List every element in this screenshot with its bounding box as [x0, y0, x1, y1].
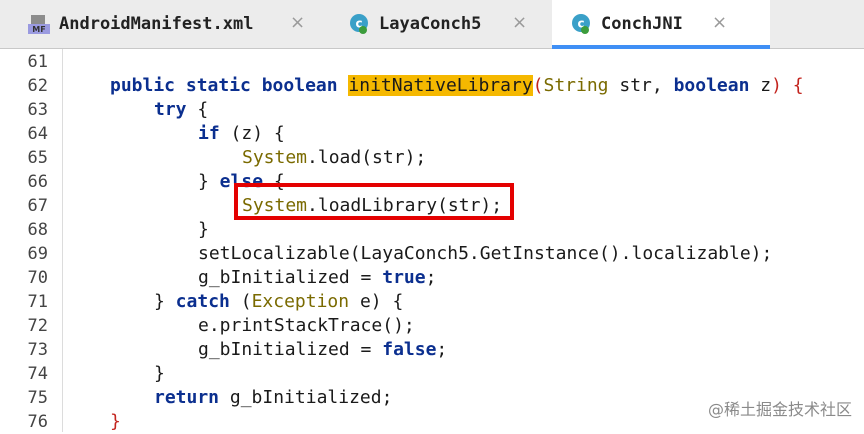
line-number: 67 [27, 196, 48, 216]
code-text: g_bInitialized = [198, 339, 383, 360]
line-number: 76 [27, 412, 48, 432]
line-number: 66 [27, 172, 48, 192]
param: z [749, 75, 772, 96]
line-number: 62 [27, 76, 48, 96]
line-number: 70 [27, 268, 48, 288]
tab-conchjni[interactable]: c ConchJNI × [552, 0, 770, 49]
code-line-63[interactable]: try { [154, 98, 208, 122]
code-text: g_bInitialized = [198, 267, 383, 288]
code-text: { [186, 99, 209, 120]
class-name: Exception [251, 291, 350, 312]
keyword: if [198, 123, 220, 144]
close-icon[interactable]: × [290, 12, 305, 33]
manifest-icon-text: MF [32, 25, 45, 34]
code-text: } [154, 291, 165, 312]
code-line-64[interactable]: if (z) { [198, 122, 285, 146]
manifest-file-icon: MF [28, 13, 50, 35]
tab-label: LayaConch5 [379, 14, 482, 34]
code-text: ; [425, 267, 437, 288]
line-number: 63 [27, 100, 48, 120]
line-number: 65 [27, 148, 48, 168]
keyword: true [382, 267, 426, 288]
class-name: System [242, 147, 308, 168]
line-number-gutter: 61 62 63 64 65 66 67 68 69 70 71 72 73 7… [0, 49, 62, 432]
editor-tab-bar: MF AndroidManifest.xml × c LayaConch5 × … [0, 0, 864, 49]
code-line-65[interactable]: System.load(str); [242, 146, 426, 170]
keyword: boolean [673, 75, 750, 96]
highlighted-method-name[interactable]: initNativeLibrary [348, 75, 533, 96]
line-number: 74 [27, 364, 48, 384]
keyword: return [154, 387, 220, 408]
close-icon[interactable]: × [712, 12, 727, 33]
code-editor[interactable]: 61 62 63 64 65 66 67 68 69 70 71 72 73 7… [0, 49, 864, 432]
watermark: @稀土掘金技术社区 [707, 400, 852, 419]
code-text: ( [229, 291, 252, 312]
java-class-icon: c [348, 13, 370, 35]
highlight-box [234, 183, 514, 220]
line-number: 71 [27, 292, 48, 312]
line-number: 61 [27, 52, 48, 72]
keyword: catch [164, 291, 230, 312]
code-line-76[interactable]: } [110, 410, 121, 434]
code-line-70[interactable]: g_bInitialized = true; [198, 266, 436, 290]
line-number: 73 [27, 340, 48, 360]
type-name: String [543, 75, 609, 96]
code-line-72[interactable]: e.printStackTrace(); [198, 314, 415, 338]
keyword: public static boolean [110, 75, 349, 96]
code-line-69[interactable]: setLocalizable(LayaConch5.GetInstance().… [198, 242, 772, 266]
code-line-71[interactable]: } catch (Exception e) { [154, 290, 403, 314]
tab-layaconch5[interactable]: c LayaConch5 × [348, 0, 538, 48]
paren: ( [532, 75, 544, 96]
param: str, [608, 75, 674, 96]
gutter-divider [62, 49, 63, 432]
code-line-73[interactable]: g_bInitialized = false; [198, 338, 447, 362]
line-number: 75 [27, 388, 48, 408]
code-line-68[interactable]: } [198, 218, 209, 242]
line-number: 69 [27, 244, 48, 264]
tab-label: ConchJNI [601, 14, 683, 34]
line-number: 72 [27, 316, 48, 336]
line-number: 64 [27, 124, 48, 144]
code-line-75[interactable]: return g_bInitialized; [154, 386, 392, 410]
code-text: .load(str); [307, 147, 427, 168]
paren: ) [771, 75, 782, 96]
java-class-icon: c [570, 13, 592, 35]
tab-label: AndroidManifest.xml [59, 14, 254, 34]
keyword: try [154, 99, 187, 120]
code-text: e) { [349, 291, 404, 312]
brace: { [781, 75, 804, 96]
code-text: } [198, 171, 209, 192]
tab-androidmanifest[interactable]: MF AndroidManifest.xml × [28, 0, 320, 48]
code-text: ; [436, 339, 448, 360]
code-text: g_bInitialized; [219, 387, 393, 408]
close-icon[interactable]: × [512, 12, 527, 33]
code-line-74[interactable]: } [154, 362, 165, 386]
keyword: false [382, 339, 437, 360]
line-number: 68 [27, 220, 48, 240]
code-line-62[interactable]: public static boolean initNativeLibrary(… [110, 74, 804, 98]
code-text: (z) { [219, 123, 285, 144]
